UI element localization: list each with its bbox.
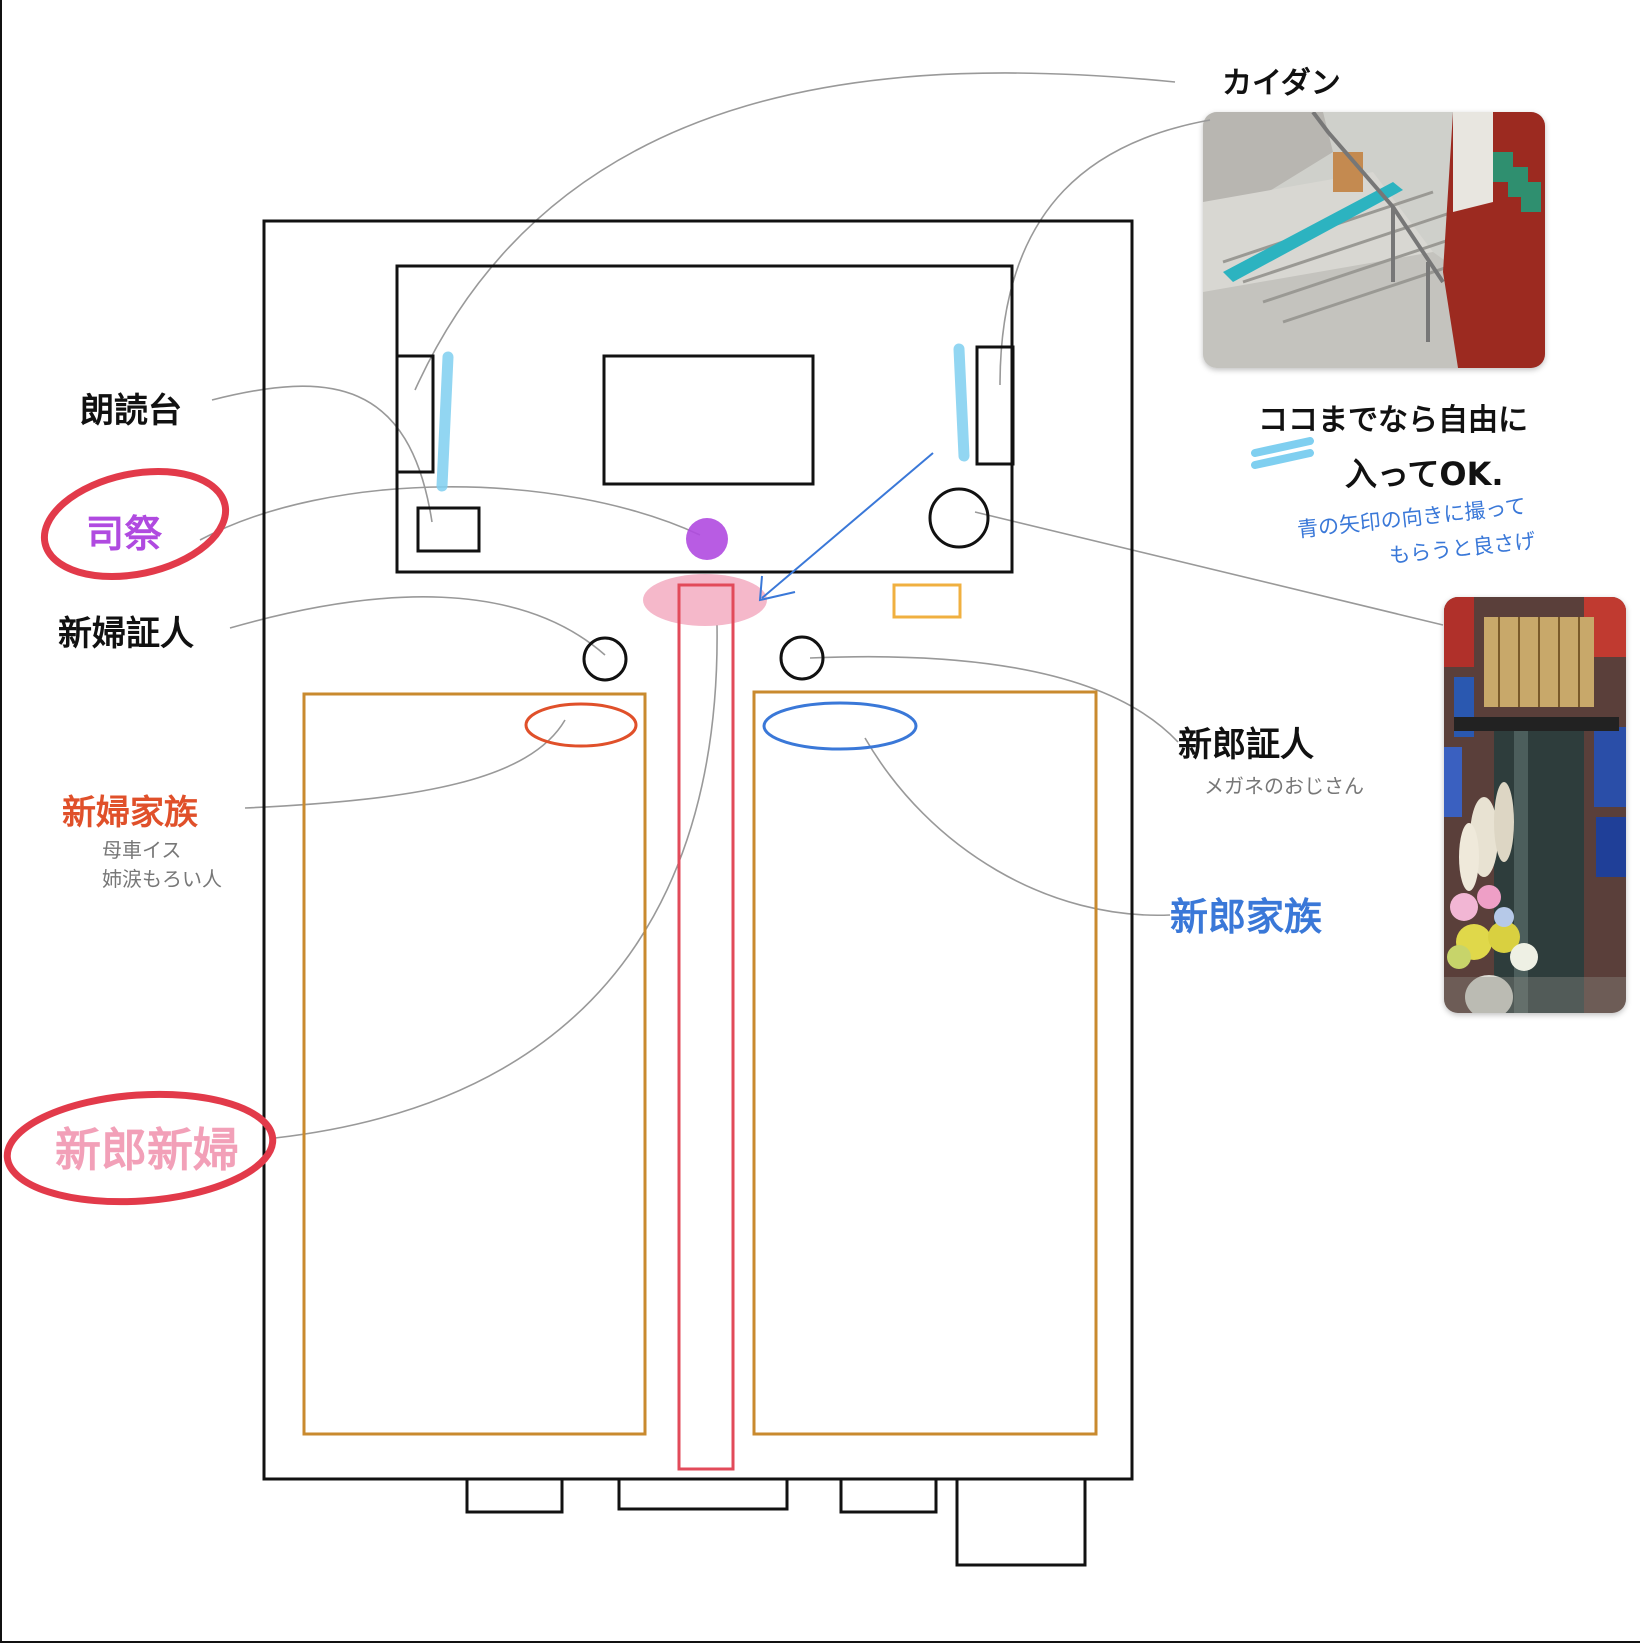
- label-arrow-note-2: もらうと良さげ: [1388, 529, 1537, 568]
- leader-bride-witness: [229, 596, 606, 656]
- label-priest: 司祭: [86, 512, 163, 556]
- label-lectern: 朗読台: [80, 391, 182, 431]
- entrance-box-2: [617, 1477, 789, 1511]
- bride-witness-seat: [582, 636, 628, 682]
- diagram-canvas: カイダン 朗読台 司祭 新婦証人 新郎証人 メガネのおじさん 新婦家族 母車イス…: [0, 0, 1640, 1643]
- leader-stairs-right: [999, 119, 1211, 386]
- leader-priest: [199, 486, 701, 541]
- aisle: [677, 583, 735, 1471]
- lectern: [416, 506, 481, 553]
- bride-family-seat: [524, 702, 638, 748]
- leader-lectern: [211, 385, 433, 523]
- leader-lines: [199, 72, 1444, 1139]
- label-couple: 新郎新婦: [55, 1123, 239, 1177]
- pews-left: [302, 692, 647, 1436]
- label-groom-witness: 新郎証人: [1178, 725, 1314, 765]
- leader-couple: [274, 624, 718, 1139]
- label-bride-family-note-1: 母車イス: [102, 838, 181, 862]
- label-free-zone-1: ココまでなら自由に: [1258, 403, 1528, 438]
- label-free-zone-2: 入ってOK.: [1345, 455, 1504, 493]
- priest-marker: [686, 518, 728, 560]
- orange-box: [892, 583, 962, 619]
- altar: [602, 354, 815, 486]
- entrance-box-4: [955, 1477, 1087, 1567]
- entrance-box-3: [839, 1477, 938, 1514]
- label-bride-witness: 新婦証人: [58, 614, 194, 654]
- stairs-left: [395, 354, 435, 474]
- couple-marker: [643, 574, 767, 626]
- stairs-mark-left: [436, 351, 454, 492]
- pews-right: [752, 690, 1098, 1436]
- label-stairs: カイダン: [1222, 66, 1341, 101]
- church-outline: [262, 219, 1134, 1481]
- leader-stairs-left: [414, 72, 1176, 391]
- label-bride-family-note-2: 姉涙もろい人: [102, 867, 222, 891]
- floor-plan: カイダン 朗読台 司祭 新婦証人 新郎証人 メガネのおじさん 新婦家族 母車イス…: [3, 66, 1537, 1567]
- stairs-mark-right: [953, 343, 970, 462]
- label-groom-family: 新郎家族: [1170, 895, 1322, 939]
- label-bride-family: 新婦家族: [62, 793, 198, 833]
- font: [928, 487, 990, 549]
- leader-bride-family: [244, 719, 566, 809]
- camera-arrow: [761, 452, 934, 599]
- label-groom-witness-note: メガネのおじさん: [1204, 774, 1364, 798]
- groom-family-seat: [762, 701, 918, 751]
- leader-groom-family: [864, 737, 1171, 916]
- entrance-box-1: [465, 1477, 564, 1514]
- leader-groom-witness: [809, 655, 1179, 743]
- stairs-right: [975, 345, 1015, 466]
